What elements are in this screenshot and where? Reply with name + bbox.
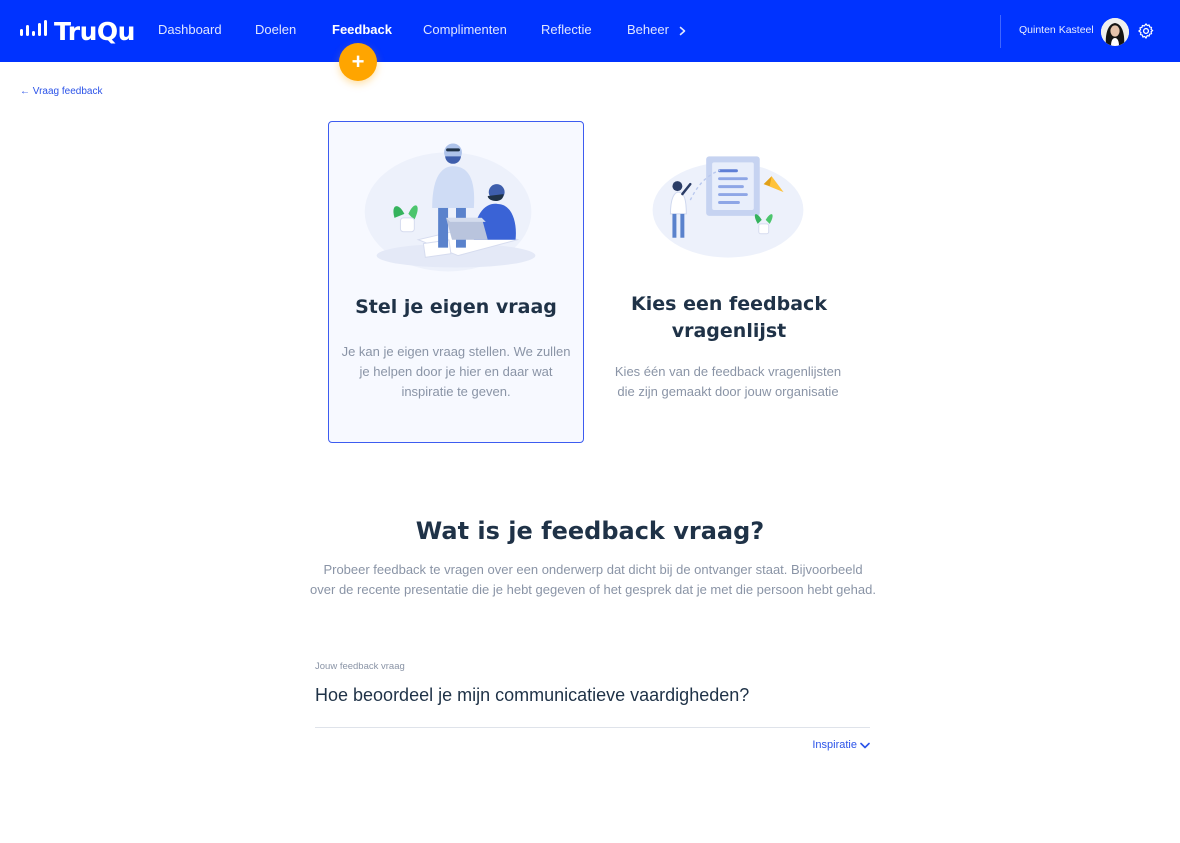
nav-item-beheer[interactable]: Beheer <box>627 22 686 37</box>
people-at-laptop-illustration <box>364 143 536 272</box>
question-field-label: Jouw feedback vraag <box>315 661 405 672</box>
avatar-image <box>1101 18 1129 46</box>
feedback-question-input[interactable] <box>315 685 870 706</box>
question-field-underline <box>315 727 870 728</box>
nav-item-reflectie[interactable]: Reflectie <box>541 22 592 37</box>
nav-item-dashboard[interactable]: Dashboard <box>158 22 222 37</box>
truqu-logo[interactable]: TruQu <box>20 15 135 47</box>
back-link-vraag-feedback[interactable]: ← Vraag feedback <box>20 86 102 97</box>
top-navigation-bar: TruQu Dashboard Doelen Feedback Complime… <box>0 0 1180 62</box>
card-title: Stel je eigen vraag <box>355 296 557 318</box>
option-card-questionnaire[interactable]: Kies een feedback vragenlijst Kies één v… <box>600 121 856 443</box>
inspiration-label: Inspiratie <box>812 739 857 751</box>
card-title: Kies een feedback vragenlijst <box>631 293 827 342</box>
chevron-down-icon <box>860 742 870 748</box>
nav-item-beheer-label: Beheer <box>627 22 669 37</box>
section-title: Wat is je feedback vraag? <box>415 517 765 545</box>
avatar[interactable] <box>1101 18 1129 46</box>
nav-item-complimenten[interactable]: Complimenten <box>423 22 507 37</box>
nav-item-doelen[interactable]: Doelen <box>255 22 296 37</box>
inspiration-dropdown[interactable]: Inspiratie <box>812 739 870 751</box>
logo-bars-icon <box>20 20 47 36</box>
section-description: Probeer feedback te vragen over een onde… <box>310 562 876 597</box>
questionnaire-illustration <box>652 156 804 258</box>
gear-icon[interactable] <box>1137 22 1155 40</box>
topbar-divider <box>1000 15 1001 48</box>
user-name[interactable]: Quinten Kasteel <box>1019 24 1094 36</box>
logo-text: TruQu <box>54 16 135 46</box>
card-description: Je kan je eigen vraag stellen. We zullen… <box>341 344 571 399</box>
nav-item-feedback[interactable]: Feedback <box>332 22 392 37</box>
chevron-right-icon <box>679 26 685 35</box>
card-description: Kies één van de feedback vragenlijsten d… <box>614 364 842 399</box>
add-feedback-button[interactable]: + <box>339 43 377 81</box>
option-card-own-question[interactable]: Stel je eigen vraag Je kan je eigen vraa… <box>328 121 584 443</box>
